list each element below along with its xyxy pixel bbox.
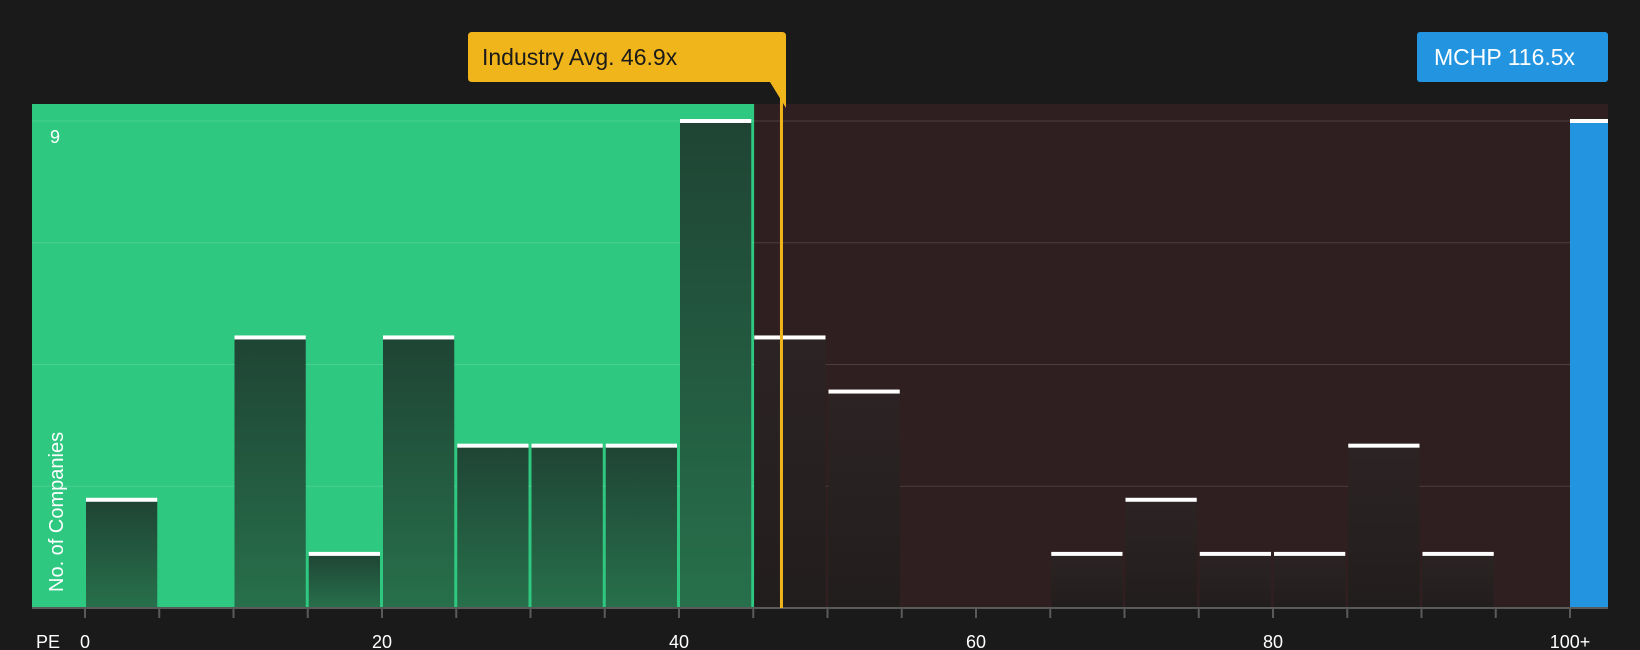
bar-cap [605, 443, 677, 448]
x-tick-label: 40 [669, 632, 689, 650]
bar-cap [308, 551, 380, 556]
bar-cap [531, 443, 603, 448]
industry-average-label: Industry Avg. 46.9x [482, 44, 678, 70]
bar [531, 445, 603, 608]
bar-cap [1348, 443, 1420, 448]
x-tick-label: 80 [1263, 632, 1283, 650]
bar-cap [1199, 551, 1271, 556]
bar [1051, 553, 1123, 608]
pe-distribution-chart: 0 20 40 60 80 100+ Industry Avg. 46.9x MCHP 11… [32, 32, 1608, 650]
x-tick-label: 60 [966, 632, 986, 650]
bar-cap [1422, 551, 1494, 556]
company-bar [1570, 121, 1608, 608]
bar-cap [1051, 551, 1123, 556]
bar [680, 121, 752, 608]
y-tick-label: 9 [50, 127, 60, 147]
bar [828, 391, 900, 608]
bar [457, 445, 529, 608]
bar-cap [383, 335, 455, 340]
x-tick-label: 0 [80, 632, 90, 650]
bar [308, 553, 380, 608]
bar [86, 499, 158, 608]
y-axis-label: No. of Companies [46, 432, 68, 592]
bar [754, 337, 826, 608]
bar-cap [680, 119, 752, 123]
company-label: MCHP 116.5x [1434, 44, 1576, 70]
bar [234, 337, 306, 608]
bar [383, 337, 455, 608]
bar-cap [828, 389, 900, 394]
x-axis: 0 20 40 60 80 100+ [32, 607, 1608, 650]
company-bar-cap [1570, 119, 1608, 123]
bar-cap [457, 443, 529, 448]
bar [605, 445, 677, 608]
bar [1199, 553, 1271, 608]
bar-cap [1274, 551, 1346, 556]
bar-cap [234, 335, 306, 340]
bar-cap [1125, 497, 1197, 502]
x-axis-label: PE [36, 632, 60, 650]
bar [1422, 553, 1494, 608]
x-tick-label: 100+ [1550, 632, 1591, 650]
bar [1274, 553, 1346, 608]
bar-cap [86, 497, 158, 502]
bar [1348, 445, 1420, 608]
bar-cap [754, 335, 826, 340]
bar [1125, 499, 1197, 608]
x-tick-label: 20 [372, 632, 392, 650]
